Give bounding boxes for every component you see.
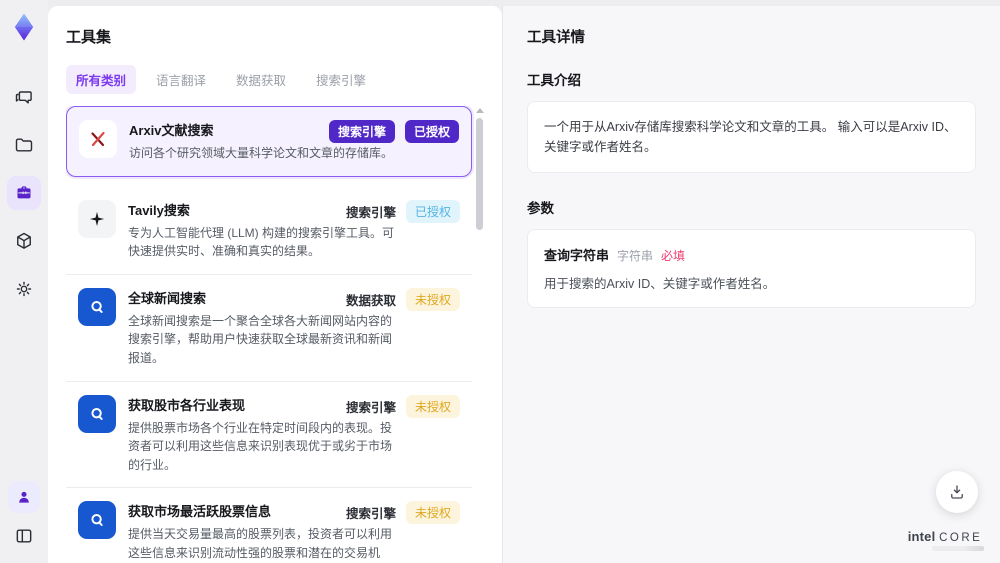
tool-list-item-tavily[interactable]: Tavily搜索 专为人工智能代理 (LLM) 构建的搜索引擎工具。可快速提供实… <box>66 186 472 275</box>
category-tabs: 所有类别 语言翻译 数据获取 搜索引擎 <box>66 65 484 94</box>
folder-icon[interactable] <box>7 128 41 162</box>
status-badge: 未授权 <box>405 501 460 525</box>
tool-description: 全球新闻搜索是一个聚合全球各大新闻网站内容的搜索引擎，帮助用户快速获取全球最新资… <box>128 313 393 365</box>
tab-all-categories[interactable]: 所有类别 <box>66 65 137 94</box>
category-label: 搜索引擎 <box>345 507 396 522</box>
nav-rail <box>0 0 48 563</box>
param-description: 用于搜索的Arxiv ID、关键字或作者姓名。 <box>544 277 776 291</box>
category-label: 搜索引擎 <box>345 205 396 220</box>
list-scrollbar[interactable] <box>475 108 484 563</box>
category-badge: 搜索引擎 <box>328 120 395 143</box>
intro-text: 一个用于从Arxiv存储库搜索科学论文和文章的工具。 输入可以是Arxiv ID… <box>544 120 957 154</box>
sparkle-icon <box>78 199 116 238</box>
news-search-logo-icon <box>78 287 116 326</box>
status-badge: 已授权 <box>405 199 460 223</box>
param-required-badge: 必填 <box>661 249 686 263</box>
tool-collection-panel: 工具集 所有类别 语言翻译 数据获取 搜索引擎 Arxiv文献搜索 访问各个研究… <box>48 6 502 563</box>
param-name: 查询字符串 <box>544 248 610 263</box>
tool-detail-panel: 工具详情 工具介绍 一个用于从Arxiv存储库搜索科学论文和文章的工具。 输入可… <box>502 6 1000 563</box>
intel-core-logo: intel core <box>906 529 984 551</box>
params-heading: 参数 <box>527 201 554 216</box>
toolbox-icon[interactable] <box>7 176 41 210</box>
param-card: 查询字符串 字符串 必填 用于搜索的Arxiv ID、关键字或作者姓名。 <box>527 229 976 308</box>
app-logo-icon <box>7 10 41 44</box>
intro-card: 一个用于从Arxiv存储库搜索科学论文和文章的工具。 输入可以是Arxiv ID… <box>527 101 976 173</box>
chat-icon[interactable] <box>7 80 41 114</box>
core-wordmark: core <box>939 532 983 544</box>
arxiv-logo-icon <box>79 120 117 158</box>
user-profile-icon[interactable] <box>8 481 40 513</box>
tool-list: Arxiv文献搜索 访问各个研究领域大量科学论文和文章的存储库。 搜索引擎 已授… <box>66 106 484 563</box>
tool-description: 专为人工智能代理 (LLM) 构建的搜索引擎工具。可快速提供实时、准确和真实的结… <box>128 225 395 259</box>
param-type: 字符串 <box>617 249 654 263</box>
status-badge: 未授权 <box>405 394 460 418</box>
tab-search-engine[interactable]: 搜索引擎 <box>306 65 376 94</box>
category-label: 数据获取 <box>345 293 396 308</box>
cube-icon[interactable] <box>7 224 41 258</box>
intel-wordmark: intel <box>907 529 936 544</box>
intro-heading: 工具介绍 <box>527 73 581 88</box>
tab-language-translation[interactable]: 语言翻译 <box>146 65 216 94</box>
page-title: 工具集 <box>66 29 112 46</box>
news-search-logo-icon <box>78 394 116 433</box>
tool-list-item-global-news[interactable]: 全球新闻搜索 全球新闻搜索是一个聚合全球各大新闻网站内容的搜索引擎，帮助用户快速… <box>66 274 472 382</box>
scrollbar-up-arrow-icon[interactable] <box>476 108 484 113</box>
settings-gear-icon[interactable] <box>7 272 41 306</box>
detail-title: 工具详情 <box>527 30 585 46</box>
tab-data-acquisition[interactable]: 数据获取 <box>226 65 296 94</box>
news-search-logo-icon <box>78 501 116 540</box>
tool-description: 提供当天交易量最高的股票列表，投资者可以利用这些信息来识别流动性强的股票和潜在的… <box>128 527 393 560</box>
intel-logo-strip <box>932 546 984 551</box>
panel-toggle-icon[interactable] <box>7 519 41 553</box>
tool-list-item-most-active-stocks[interactable]: 获取市场最活跃股票信息 提供当天交易量最高的股票列表，投资者可以利用这些信息来识… <box>66 488 472 563</box>
download-icon <box>951 485 963 499</box>
tool-description: 访问各个研究领域大量科学论文和文章的存储库。 <box>129 146 394 160</box>
tool-list-item-sector-performance[interactable]: 获取股市各行业表现 提供股票市场各个行业在特定时间段内的表现。投资者可以利用这些… <box>66 381 472 489</box>
status-badge: 已授权 <box>404 120 459 143</box>
scrollbar-thumb[interactable] <box>476 118 483 230</box>
status-badge: 未授权 <box>405 287 460 311</box>
tool-list-item-arxiv[interactable]: Arxiv文献搜索 访问各个研究领域大量科学论文和文章的存储库。 搜索引擎 已授… <box>66 106 472 177</box>
category-label: 搜索引擎 <box>345 400 396 415</box>
tool-description: 提供股票市场各个行业在特定时间段内的表现。投资者可以利用这些信息来识别表现优于或… <box>128 420 393 472</box>
download-button[interactable] <box>936 471 978 513</box>
